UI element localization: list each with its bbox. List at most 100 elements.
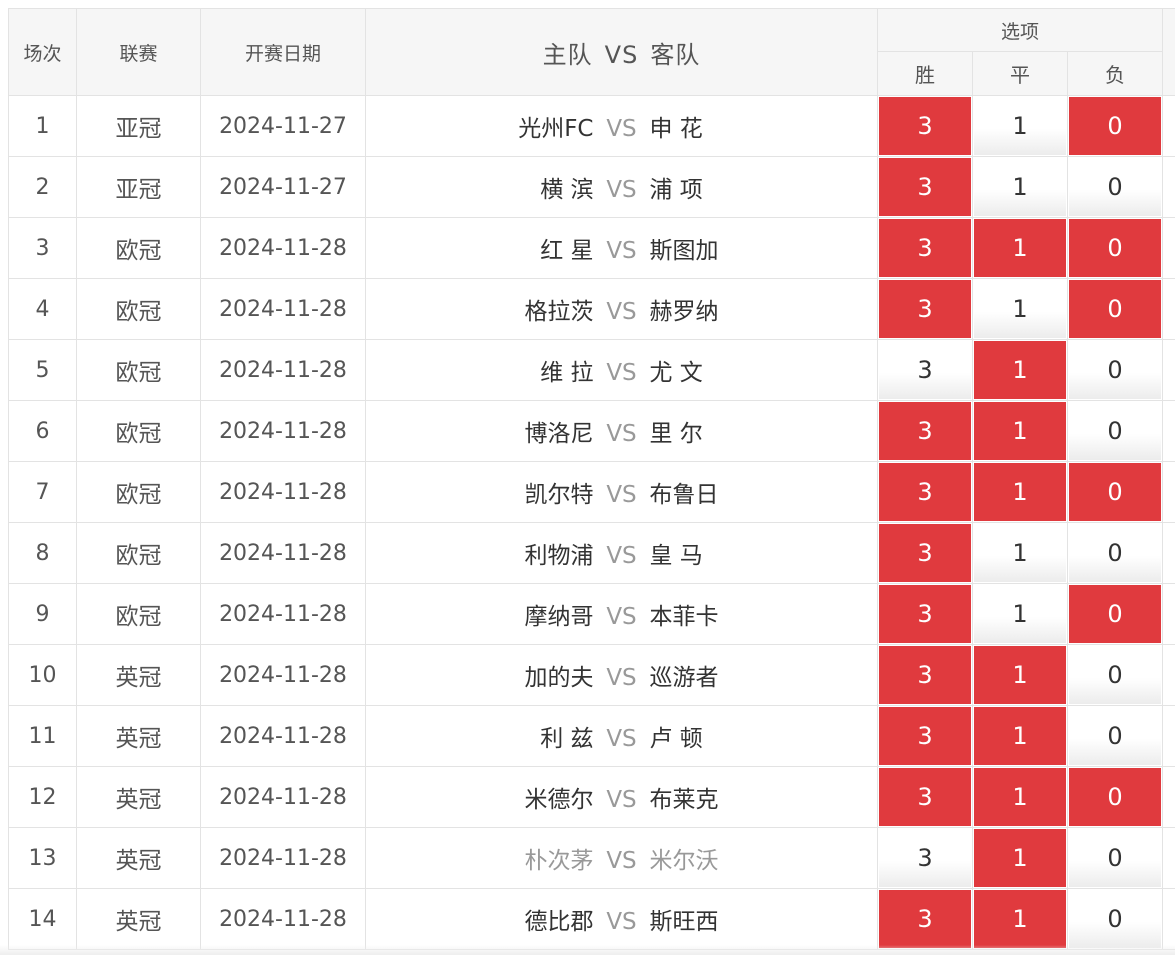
option-draw-cell: 1 — [972, 461, 1068, 523]
option-win-button[interactable]: 3 — [879, 463, 971, 521]
option-draw-button[interactable]: 1 — [974, 219, 1066, 277]
match-date: 2024-11-28 — [200, 705, 366, 767]
row-number: 2 — [8, 156, 77, 218]
vs-separator: VS — [606, 543, 637, 569]
option-draw-button[interactable]: 1 — [974, 768, 1066, 826]
option-win-cell: 3 — [877, 522, 973, 584]
option-lose-button[interactable]: 0 — [1069, 402, 1162, 460]
option-lose-cell: 0 — [1066, 583, 1164, 645]
option-lose-button[interactable]: 0 — [1069, 97, 1162, 155]
match-teams: 德比郡 VS 斯旺西 — [365, 888, 878, 950]
option-win-button[interactable]: 3 — [879, 97, 971, 155]
option-lose-button[interactable]: 0 — [1069, 341, 1162, 399]
vs-separator: VS — [606, 238, 637, 264]
option-draw-button[interactable]: 1 — [974, 280, 1066, 338]
match-date: 2024-11-28 — [200, 644, 366, 706]
home-team: 维 拉 — [540, 360, 594, 386]
option-lose-button[interactable]: 0 — [1069, 524, 1162, 582]
league-name: 亚冠 — [76, 156, 201, 218]
option-lose-cell: 0 — [1066, 278, 1164, 340]
option-win-button[interactable]: 3 — [879, 707, 971, 765]
option-draw-button[interactable]: 1 — [974, 97, 1066, 155]
match-teams: 摩纳哥 VS 本菲卡 — [365, 583, 878, 645]
option-win-cell: 3 — [877, 461, 973, 523]
option-lose-button[interactable]: 0 — [1069, 158, 1162, 216]
option-win-cell: 3 — [877, 827, 973, 889]
option-lose-cell: 0 — [1066, 156, 1164, 218]
option-draw-cell: 1 — [972, 705, 1068, 767]
option-lose-cell: 0 — [1066, 888, 1164, 950]
option-draw-button[interactable]: 1 — [974, 158, 1066, 216]
away-team: 布鲁日 — [649, 482, 719, 508]
option-lose-button[interactable]: 0 — [1069, 463, 1162, 521]
option-draw-button[interactable]: 1 — [974, 341, 1066, 399]
vs-separator: VS — [606, 482, 637, 508]
match-table-container: 场次 联赛 开赛日期 主队 VS 客队 选项 胜 平 负 1 亚冠 2024-11-27… — [8, 8, 1175, 955]
home-team: 利 兹 — [540, 726, 594, 752]
home-team: 摩纳哥 — [524, 604, 594, 630]
option-win-cell: 3 — [877, 583, 973, 645]
row-number: 9 — [8, 583, 77, 645]
table-row: 5 欧冠 2024-11-28 维 拉 VS 尤 文 310 — [8, 339, 1175, 401]
option-draw-button[interactable]: 1 — [974, 829, 1066, 887]
option-win-button[interactable]: 3 — [879, 829, 971, 887]
option-win-button[interactable]: 3 — [879, 585, 971, 643]
option-draw-cell: 1 — [972, 583, 1068, 645]
vs-separator: VS — [606, 421, 637, 447]
away-team: 卢 顿 — [649, 726, 703, 752]
match-teams: 红 星 VS 斯图加 — [365, 217, 878, 279]
home-team: 米德尔 — [524, 787, 594, 813]
row-extra — [1162, 217, 1175, 279]
option-lose-button[interactable]: 0 — [1069, 707, 1162, 765]
option-win-button[interactable]: 3 — [879, 402, 971, 460]
option-lose-cell: 0 — [1066, 522, 1164, 584]
option-draw-button[interactable]: 1 — [974, 524, 1066, 582]
option-lose-button[interactable]: 0 — [1069, 829, 1162, 887]
option-win-button[interactable]: 3 — [879, 646, 971, 704]
row-extra — [1162, 766, 1175, 828]
option-win-button[interactable]: 3 — [879, 280, 971, 338]
option-win-cell: 3 — [877, 705, 973, 767]
option-draw-button[interactable]: 1 — [974, 463, 1066, 521]
option-win-cell: 3 — [877, 644, 973, 706]
option-draw-button[interactable]: 1 — [974, 402, 1066, 460]
option-lose-button[interactable]: 0 — [1069, 280, 1162, 338]
option-draw-button[interactable]: 1 — [974, 707, 1066, 765]
option-lose-button[interactable]: 0 — [1069, 890, 1162, 948]
match-date: 2024-11-28 — [200, 827, 366, 889]
option-win-button[interactable]: 3 — [879, 219, 971, 277]
option-win-button[interactable]: 3 — [879, 158, 971, 216]
option-draw-button[interactable]: 1 — [974, 585, 1066, 643]
option-win-cell: 3 — [877, 217, 973, 279]
header-date: 开赛日期 — [200, 8, 366, 96]
row-number: 14 — [8, 888, 77, 950]
option-win-button[interactable]: 3 — [879, 341, 971, 399]
table-row: 10 英冠 2024-11-28 加的夫 VS 巡游者 3 1 0 — [8, 644, 1175, 706]
option-lose-cell: 0 — [1066, 705, 1164, 767]
away-team: 布莱克 — [649, 787, 719, 813]
row-number: 8 — [8, 522, 77, 584]
option-draw-cell: 1 — [972, 278, 1068, 340]
match-date: 2024-11-28 — [200, 522, 366, 584]
away-team: 巡游者 — [649, 665, 719, 691]
option-win-cell: 3 — [877, 156, 973, 218]
row-extra — [1162, 705, 1175, 767]
row-extra — [1162, 400, 1175, 462]
row-number: 3 — [8, 217, 77, 279]
option-lose-button[interactable]: 0 — [1069, 768, 1162, 826]
option-win-button[interactable]: 3 — [879, 768, 971, 826]
option-win-button[interactable]: 3 — [879, 890, 971, 948]
header-home: 主队 — [542, 40, 593, 69]
option-draw-button[interactable]: 1 — [974, 646, 1066, 704]
away-team: 赫罗纳 — [649, 299, 719, 325]
match-teams: 利 兹 VS 卢 顿 — [365, 705, 878, 767]
option-lose-button[interactable]: 0 — [1069, 646, 1162, 704]
match-teams: 维 拉 VS 尤 文 — [365, 339, 878, 401]
option-draw-cell: 1 — [972, 522, 1068, 584]
option-draw-button[interactable]: 1 — [974, 890, 1066, 948]
option-lose-button[interactable]: 0 — [1069, 585, 1162, 643]
option-lose-cell: 0 — [1066, 217, 1164, 279]
option-lose-button[interactable]: 0 — [1069, 219, 1162, 277]
away-team: 申 花 — [649, 116, 703, 142]
option-win-button[interactable]: 3 — [879, 524, 971, 582]
